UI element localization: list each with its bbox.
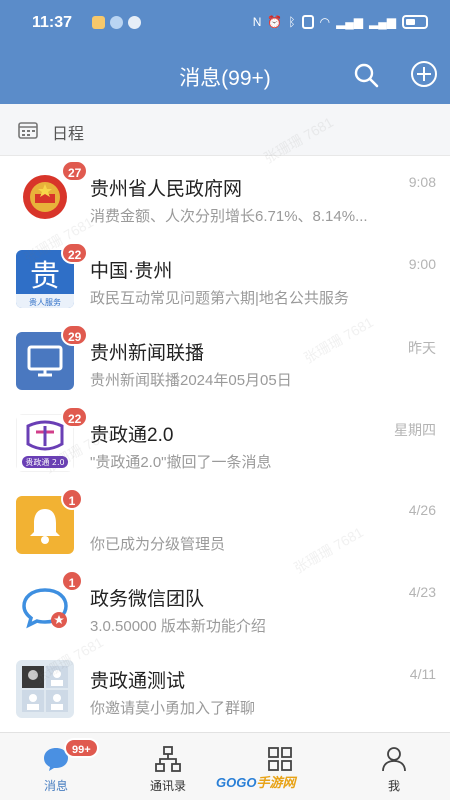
conversation-name: 政务微信团队	[90, 589, 205, 610]
conversation-time: 9:08	[408, 174, 436, 190]
app-notification-icon	[92, 16, 105, 29]
bluetooth-icon: ᛒ	[288, 15, 296, 29]
conversation-time: 4/23	[408, 584, 436, 600]
avatar: 贵政通 2.0 22	[16, 406, 89, 472]
status-bar: 11:37 N ⏰ ᛒ ◠ ▂▄▆ ▂▄▆	[0, 0, 450, 48]
status-time: 11:37	[32, 14, 73, 31]
org-chart-icon	[155, 746, 181, 772]
avatar: 贵 贵人服务 22	[16, 242, 89, 308]
logo-part: GOGO	[216, 775, 257, 790]
conversation-time: 星期四	[394, 422, 436, 438]
conversation-time: 昨天	[408, 340, 436, 356]
page-title: 消息(99+)	[179, 67, 271, 90]
conversation-preview: 消费金额、人次分别增长6.71%、8.14%...	[90, 208, 368, 225]
unread-badge: 29	[61, 324, 89, 346]
svg-text:贵政通 2.0: 贵政通 2.0	[25, 457, 64, 467]
conversation-preview: 你邀请莫小勇加入了群聊	[90, 700, 256, 717]
site-watermark-logo: GOGO手游网	[216, 772, 295, 791]
conversation-preview: 3.0.50000 版本新功能介绍	[90, 618, 266, 635]
wifi-icon: ◠	[319, 15, 331, 29]
conversation-name: 贵政通测试	[90, 671, 186, 692]
logo-part: 手游网	[256, 775, 296, 790]
app-notification-icon	[128, 16, 141, 29]
signal-icon: ▂▄▆	[336, 15, 364, 29]
notification-icons	[92, 16, 141, 29]
vibrate-icon	[301, 15, 314, 29]
conversation-row[interactable]: 贵政通 2.0 22 贵政通2.0 "贵政通2.0"撤回了一条消息 星期四	[0, 402, 450, 484]
tab-messages[interactable]: 99+ 消息	[0, 733, 112, 800]
nfc-icon: N	[252, 15, 262, 29]
person-icon	[382, 747, 406, 772]
conversation-preview: "贵政通2.0"撤回了一条消息	[90, 454, 272, 471]
unread-count-badge: 99+	[64, 738, 99, 758]
unread-badge: 22	[61, 242, 89, 264]
svg-text:贵人服务: 贵人服务	[29, 297, 61, 307]
search-icon[interactable]	[353, 62, 379, 88]
schedule-entry[interactable]: 日程	[0, 104, 450, 156]
conversation-time: 9:00	[408, 256, 436, 272]
avatar: 27	[16, 160, 89, 226]
conversation-name: 贵州新闻联播	[90, 343, 205, 364]
schedule-label: 日程	[52, 126, 85, 143]
tab-me[interactable]: 我	[338, 733, 450, 800]
unread-badge: 22	[61, 406, 89, 428]
unread-badge: 1	[61, 488, 83, 510]
alarm-icon: ⏰	[267, 15, 283, 29]
conversation-preview: 贵州新闻联播2024年05月05日	[90, 372, 292, 389]
system-icons: N ⏰ ᛒ ◠ ▂▄▆ ▂▄▆	[253, 15, 428, 29]
add-icon[interactable]	[410, 60, 438, 88]
tab-label: 通讯录	[149, 779, 186, 793]
unread-badge: 27	[61, 160, 89, 182]
tab-label: 消息	[43, 779, 68, 793]
grid-icon	[268, 747, 292, 771]
conversation-row[interactable]: 1 你已成为分级管理员 4/26	[0, 484, 450, 566]
conversation-row[interactable]: 29 贵州新闻联播 贵州新闻联播2024年05月05日 昨天	[0, 320, 450, 402]
conversation-time: 4/26	[408, 502, 436, 518]
tab-contacts[interactable]: 通讯录	[112, 733, 224, 800]
conversation-row[interactable]: 贵政通测试 你邀请莫小勇加入了群聊 4/11	[0, 648, 450, 730]
svg-text:贵: 贵	[30, 259, 60, 294]
avatar: 1	[16, 570, 83, 636]
conversation-name: 贵政通2.0	[90, 425, 174, 446]
conversation-row[interactable]: 27 贵州省人民政府网 消费金额、人次分别增长6.71%、8.14%... 9:…	[0, 156, 450, 238]
conversation-preview: 你已成为分级管理员	[90, 536, 226, 553]
tab-label: 我	[387, 779, 400, 793]
battery-icon	[402, 15, 428, 29]
conversation-name: 贵州省人民政府网	[90, 179, 243, 200]
group-avatar	[16, 660, 74, 718]
unread-badge: 1	[61, 570, 83, 592]
calendar-icon	[18, 122, 38, 139]
avatar	[16, 660, 74, 718]
app-header: 消息(99+)	[0, 48, 450, 104]
signal-icon: ▂▄▆	[369, 15, 396, 29]
conversation-row[interactable]: 1 政务微信团队 3.0.50000 版本新功能介绍 4/23	[0, 566, 450, 648]
avatar: 1	[16, 488, 83, 554]
conversation-row[interactable]: 贵 贵人服务 22 中国·贵州 政民互动常见问题第六期|地名公共服务 9:00	[0, 238, 450, 320]
conversation-time: 4/11	[409, 666, 436, 682]
cloud-icon	[110, 16, 123, 29]
conversation-preview: 政民互动常见问题第六期|地名公共服务	[90, 290, 349, 307]
avatar: 29	[16, 324, 89, 390]
conversation-name: 中国·贵州	[90, 261, 173, 282]
